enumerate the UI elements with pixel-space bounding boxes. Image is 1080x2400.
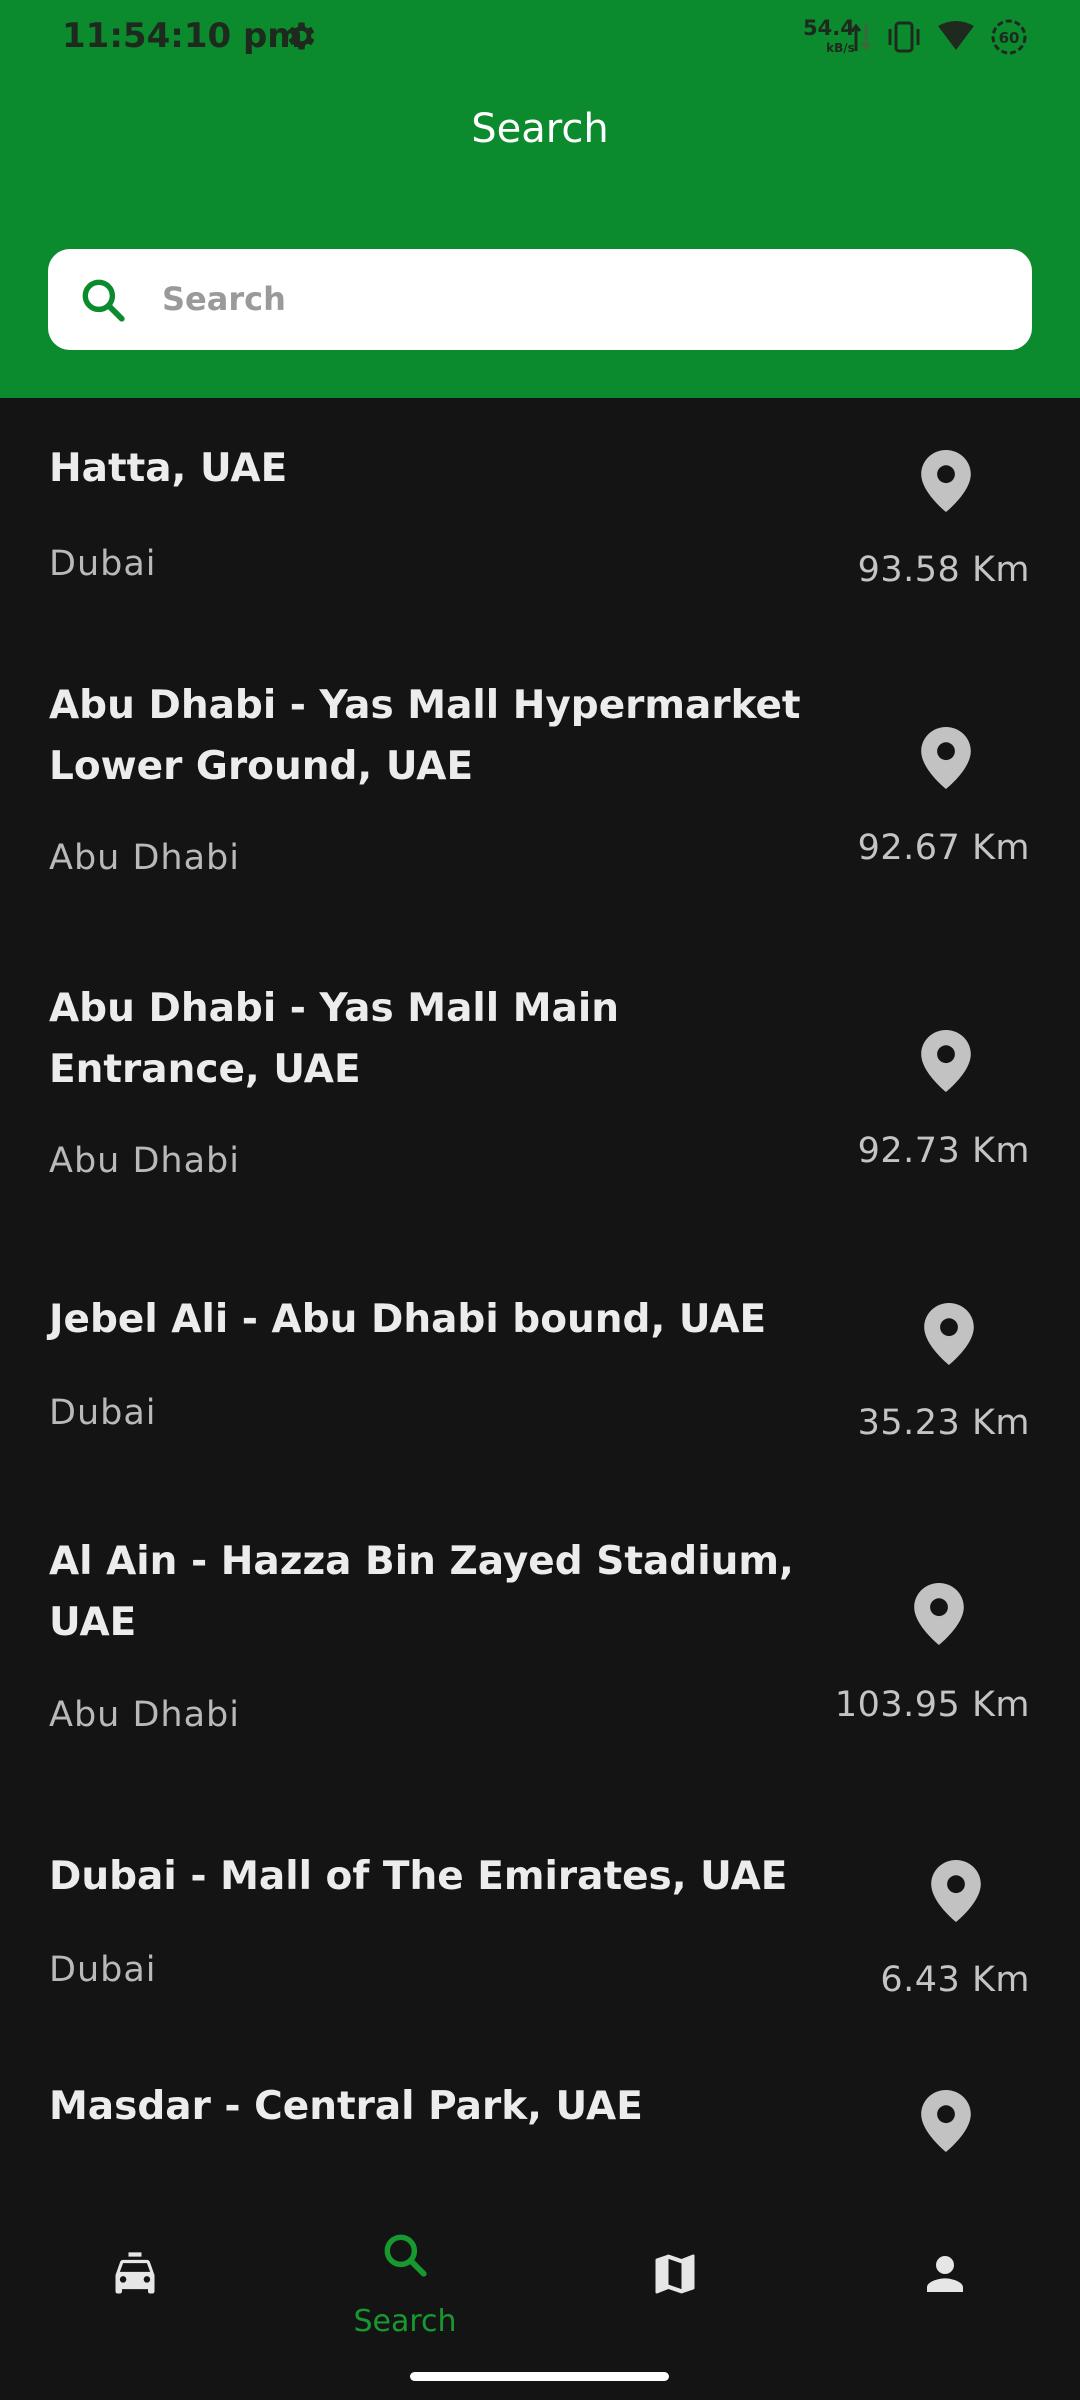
location-region: Dubai	[49, 1393, 157, 1433]
location-distance: 92.73 Km	[857, 1131, 1030, 1171]
nav-item-map[interactable]	[575, 2208, 775, 2358]
search-bar[interactable]	[48, 249, 1032, 350]
home-indicator[interactable]	[410, 2372, 669, 2381]
map-icon	[655, 2254, 695, 2294]
status-icons: 60	[850, 18, 1028, 56]
list-item[interactable]: Jebel Ali - Abu Dhabi bound, UAE Dubai 3…	[0, 1251, 1080, 1501]
location-region: Abu Dhabi	[49, 1695, 240, 1735]
wifi-icon	[938, 21, 974, 50]
location-title: Masdar - Central Park, UAE	[49, 2084, 643, 2129]
location-title: Dubai - Mall of The Emirates, UAE	[49, 1854, 788, 1899]
nav-label-search: Search	[353, 2304, 457, 2339]
location-distance: 93.58 Km	[857, 550, 1030, 590]
location-region: Dubai	[49, 544, 157, 584]
settings-gear-icon	[288, 22, 315, 50]
location-title: Abu Dhabi - Yas Mall Main Entrance, UAE	[49, 986, 619, 1092]
taxi-icon	[115, 2252, 155, 2294]
nav-item-profile[interactable]	[845, 2208, 1045, 2358]
search-input[interactable]	[162, 267, 1002, 331]
location-pin-icon	[914, 1583, 964, 1645]
location-pin-icon	[921, 2090, 971, 2152]
battery-icon: 60	[991, 19, 1027, 55]
location-pin-icon	[921, 450, 971, 512]
list-item[interactable]: Abu Dhabi - Yas Mall Hypermarket Lower G…	[0, 645, 1080, 948]
location-title: Jebel Ali - Abu Dhabi bound, UAE	[49, 1297, 767, 1342]
location-region: Dubai	[49, 1950, 157, 1990]
location-distance: 35.23 Km	[857, 1403, 1030, 1443]
nav-item-search[interactable]: Search	[305, 2208, 505, 2358]
profile-icon	[927, 2256, 963, 2292]
search-icon	[384, 2234, 427, 2277]
location-title: Al Ain - Hazza Bin Zayed Stadium, UAE	[49, 1539, 794, 1645]
vibrate-icon	[888, 21, 920, 53]
list-item[interactable]: Al Ain - Hazza Bin Zayed Stadium, UAE Ab…	[0, 1501, 1080, 1806]
location-distance: 6.43 Km	[880, 1960, 1030, 2000]
page-title: Search	[471, 106, 609, 152]
list-item[interactable]: Hatta, UAE Dubai 93.58 Km	[0, 398, 1080, 645]
location-distance: 92.67 Km	[857, 828, 1030, 868]
location-distance: 103.95 Km	[834, 1685, 1030, 1725]
list-item[interactable]: Masdar - Central Park, UAE	[0, 2056, 1080, 2208]
list-item[interactable]: Abu Dhabi - Yas Mall Main Entrance, UAE …	[0, 948, 1080, 1251]
location-pin-icon	[931, 1860, 981, 1922]
location-list: Hatta, UAE Dubai 93.58 Km Abu Dhabi - Ya…	[0, 398, 1080, 2208]
location-pin-icon	[924, 1303, 974, 1365]
header: Search	[0, 80, 1080, 398]
status-bar: 11:54:10 pm 54.4 kB/s 60	[0, 0, 1080, 80]
location-pin-icon	[921, 727, 971, 789]
network-speed: 54.4 kB/s	[803, 18, 855, 58]
location-region: Abu Dhabi	[49, 838, 240, 878]
list-item[interactable]: Dubai - Mall of The Emirates, UAE Dubai …	[0, 1806, 1080, 2056]
search-icon	[82, 279, 125, 322]
status-time: 11:54:10 pm	[62, 16, 303, 56]
network-speed-value: 54.4	[803, 16, 855, 40]
location-pin-icon	[921, 1030, 971, 1092]
nav-item-rides[interactable]	[35, 2208, 235, 2358]
data-arrows-icon	[850, 23, 872, 51]
location-region: Abu Dhabi	[49, 1141, 240, 1181]
location-title: Abu Dhabi - Yas Mall Hypermarket Lower G…	[49, 683, 801, 789]
battery-level: 60	[999, 29, 1020, 47]
network-speed-unit: kB/s	[826, 41, 855, 55]
location-title: Hatta, UAE	[49, 446, 288, 491]
